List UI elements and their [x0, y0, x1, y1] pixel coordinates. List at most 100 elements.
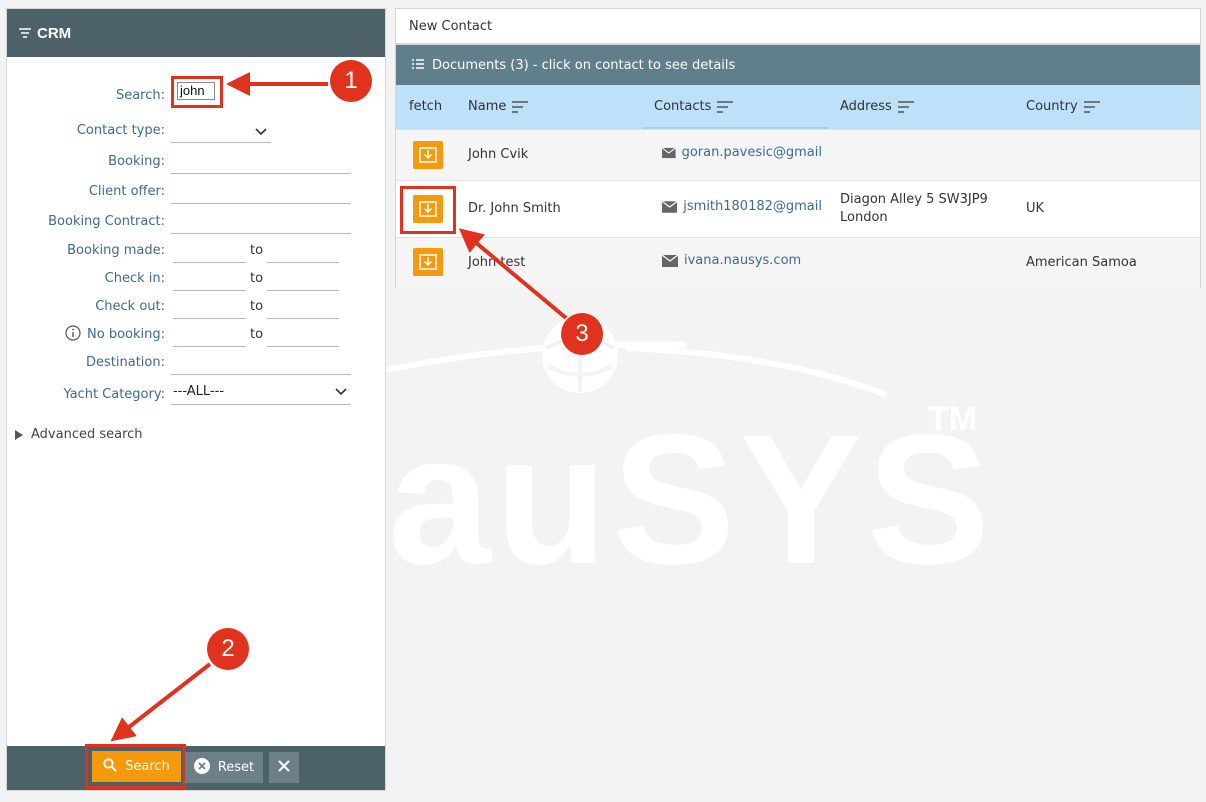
- yacht-category-value: ---ALL---: [173, 384, 225, 399]
- clear-circle-icon: [193, 757, 210, 778]
- booking-contract-row: Booking Contract:: [7, 210, 387, 234]
- contact-email[interactable]: goran.pavesic@gmail: [662, 145, 822, 160]
- client-offer-input[interactable]: [171, 180, 351, 204]
- table-row[interactable]: John Cvik goran.pavesic@gmail: [396, 129, 1200, 180]
- booking-input[interactable]: [171, 150, 351, 174]
- column-contacts[interactable]: Contacts: [654, 99, 734, 114]
- no-booking-to-input[interactable]: [267, 323, 339, 347]
- annotation-badge-2: 2: [207, 628, 249, 670]
- contact-email[interactable]: ivana.nausys.com: [662, 253, 822, 268]
- booking-label: Booking:: [108, 154, 165, 169]
- yacht-category-select[interactable]: ---ALL---: [171, 379, 351, 405]
- sort-icon: [512, 100, 529, 113]
- check-out-to-input[interactable]: [267, 295, 339, 319]
- download-icon: [419, 201, 437, 217]
- sort-icon: [1083, 100, 1100, 113]
- table-row[interactable]: John test ivana.nausys.com American Samo…: [396, 237, 1200, 288]
- panel-header: CRM: [7, 9, 385, 57]
- documents-header: Documents (3) - click on contact to see …: [396, 45, 1200, 85]
- check-out-label: Check out:: [95, 299, 165, 314]
- download-icon: [419, 147, 437, 163]
- destination-input[interactable]: [171, 351, 351, 375]
- annotation-badge-3: 3: [561, 313, 603, 355]
- list-icon: [412, 58, 424, 73]
- check-in-from-input[interactable]: [173, 267, 246, 291]
- download-icon: [419, 254, 437, 270]
- check-in-to-input[interactable]: [267, 267, 339, 291]
- crm-search-panel: CRM Search: john Contact type: Booking: …: [6, 8, 386, 791]
- fetch-button[interactable]: [413, 195, 443, 223]
- documents-panel: Documents (3) - click on contact to see …: [395, 44, 1201, 288]
- destination-label: Destination:: [86, 355, 165, 370]
- advanced-search-toggle[interactable]: Advanced search: [15, 427, 143, 442]
- new-contact-button[interactable]: New Contact: [395, 8, 1201, 44]
- contact-country: UK: [1026, 201, 1045, 216]
- client-offer-row: Client offer:: [7, 180, 387, 204]
- watermark-trademark: TM: [928, 400, 978, 438]
- mail-icon: [662, 200, 678, 213]
- booking-made-from-input[interactable]: [173, 239, 246, 263]
- contact-name[interactable]: John test: [468, 255, 525, 270]
- sort-icon: [717, 100, 734, 113]
- fetch-button[interactable]: [413, 248, 443, 276]
- close-button[interactable]: [269, 752, 299, 783]
- no-booking-from-input[interactable]: [173, 323, 246, 347]
- contact-address: Diagon Alley 5 SW3JP9: [840, 192, 988, 207]
- booking-made-row: Booking made: to: [7, 239, 387, 263]
- annotation-badge-1: 1: [330, 60, 372, 102]
- check-out-from-input[interactable]: [173, 295, 246, 319]
- search-icon: [103, 757, 117, 776]
- no-booking-label: No booking:: [87, 327, 165, 342]
- column-fetch: fetch: [409, 99, 443, 114]
- search-input[interactable]: john: [177, 82, 215, 100]
- mail-icon: [662, 254, 678, 267]
- sort-icon: [897, 100, 914, 113]
- contact-type-row: Contact type:: [7, 119, 387, 143]
- triangle-right-icon: [15, 429, 23, 440]
- check-out-row: Check out: to: [7, 295, 387, 319]
- column-address[interactable]: Address: [840, 99, 914, 114]
- search-label: Search:: [115, 88, 165, 103]
- check-in-row: Check in: to: [7, 267, 387, 291]
- info-icon[interactable]: [65, 325, 81, 345]
- booking-made-label: Booking made:: [67, 243, 165, 258]
- no-booking-row: No booking: to: [7, 323, 387, 347]
- chevron-down-icon: [255, 125, 267, 140]
- contact-email[interactable]: jsmith180182@gmail: [662, 199, 822, 214]
- table-header: fetch Name Contacts Address Country: [396, 85, 1200, 129]
- booking-row: Booking:: [7, 150, 387, 174]
- chevron-down-icon: [335, 385, 347, 400]
- yacht-category-row: Yacht Category: ---ALL---: [7, 379, 387, 405]
- table-row[interactable]: Dr. John Smith jsmith180182@gmail Diagon…: [396, 180, 1200, 237]
- booking-contract-label: Booking Contract:: [48, 214, 165, 229]
- check-in-label: Check in:: [104, 271, 165, 286]
- mail-icon: [662, 147, 676, 158]
- reset-button-label: Reset: [217, 760, 255, 775]
- search-button[interactable]: Search: [92, 751, 181, 782]
- contact-type-label: Contact type:: [76, 123, 165, 138]
- search-row: Search: john: [7, 76, 387, 108]
- client-offer-label: Client offer:: [88, 184, 165, 199]
- fetch-button[interactable]: [413, 141, 443, 169]
- contact-name[interactable]: John Cvik: [468, 147, 528, 162]
- watermark-text: auSYS: [388, 397, 995, 603]
- to-label: to: [250, 327, 264, 342]
- booking-made-to-input[interactable]: [267, 239, 339, 263]
- to-label: to: [250, 299, 264, 314]
- close-icon: [278, 759, 290, 776]
- booking-contract-input[interactable]: [171, 210, 351, 234]
- contact-country: American Samoa: [1026, 255, 1137, 270]
- destination-row: Destination:: [7, 351, 387, 375]
- advanced-search-label: Advanced search: [31, 427, 143, 442]
- to-label: to: [250, 243, 264, 258]
- panel-title: CRM: [37, 24, 72, 42]
- contact-name[interactable]: Dr. John Smith: [468, 201, 561, 216]
- contact-type-select[interactable]: [171, 119, 271, 143]
- search-button-label: Search: [125, 759, 170, 774]
- reset-button[interactable]: Reset: [185, 752, 263, 783]
- to-label: to: [250, 271, 264, 286]
- column-country[interactable]: Country: [1026, 99, 1100, 114]
- column-name[interactable]: Name: [468, 99, 529, 114]
- panel-footer: Search Reset: [7, 744, 385, 790]
- search-button-highlight: Search: [85, 744, 186, 789]
